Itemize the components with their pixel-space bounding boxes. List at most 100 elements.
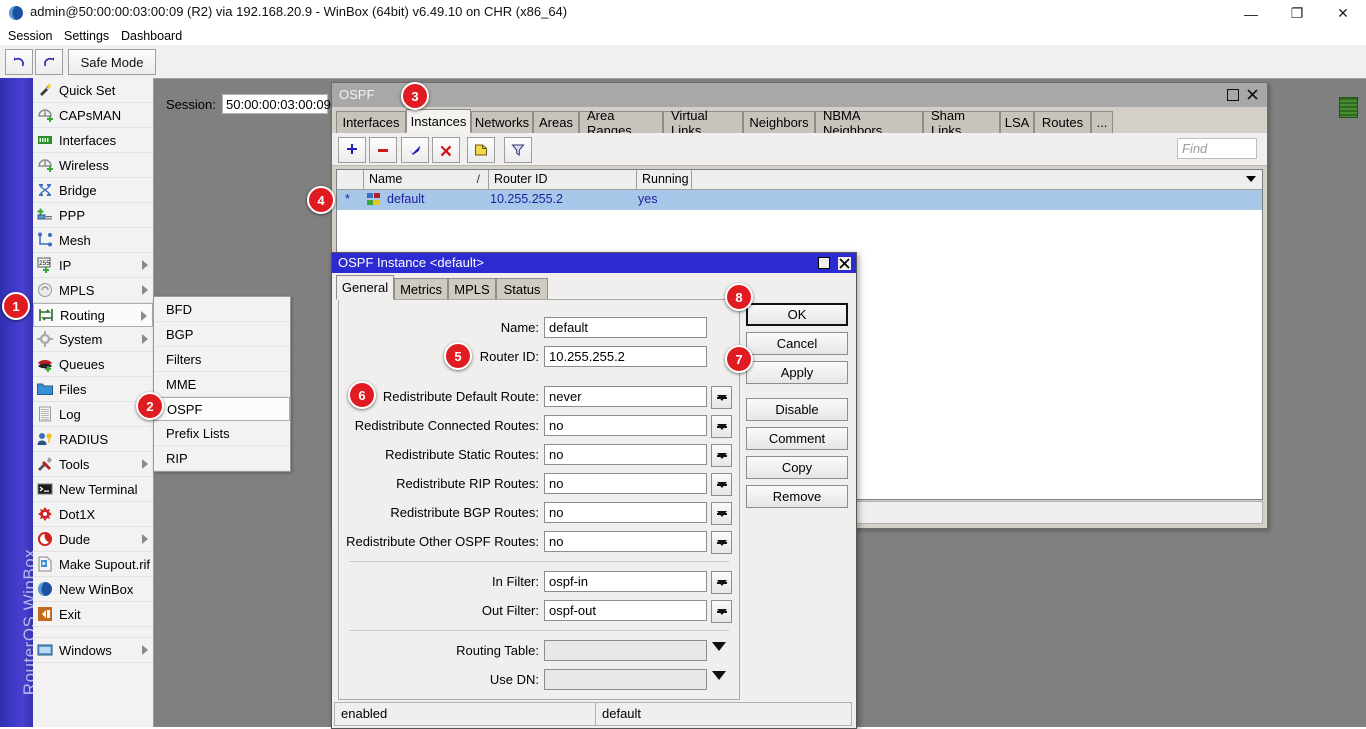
ok-button[interactable]: OK (746, 303, 848, 326)
combo-arrow-icon[interactable] (711, 444, 732, 467)
sidebar-item-make-supout-rif[interactable]: Make Supout.rif (33, 552, 153, 577)
dialog-close-button[interactable] (836, 255, 852, 271)
filter-icon[interactable] (504, 137, 532, 163)
sidebar-item-bridge[interactable]: Bridge (33, 178, 153, 203)
remove-button[interactable]: Remove (746, 485, 848, 508)
sidebar-item-files[interactable]: Files (33, 377, 153, 402)
sidebar-item-new-winbox[interactable]: New WinBox (33, 577, 153, 602)
combo-arrow-icon[interactable] (711, 531, 732, 554)
routing-submenu-item-prefix-lists[interactable]: Prefix Lists (154, 421, 290, 446)
sidebar-item-ppp[interactable]: PPP (33, 203, 153, 228)
ospf-tab-interfaces[interactable]: Interfaces (336, 111, 406, 133)
chevron-down-icon[interactable] (712, 642, 726, 651)
sidebar-item-system[interactable]: System (33, 327, 153, 352)
field-input-redistribute-bgp-routes[interactable]: no (544, 502, 707, 523)
ospf-tab-sham-links[interactable]: Sham Links (923, 108, 1000, 138)
field-input-redistribute-other-ospf-routes[interactable]: no (544, 531, 707, 552)
redo-button[interactable] (35, 49, 63, 75)
menu-session[interactable]: Session (4, 28, 56, 44)
maximize-button[interactable]: ❐ (1274, 0, 1320, 27)
disable-icon[interactable] (432, 137, 460, 163)
sidebar-item-new-terminal[interactable]: New Terminal (33, 477, 153, 502)
field-input-name[interactable]: default (544, 317, 707, 338)
sidebar-item-radius[interactable]: RADIUS (33, 427, 153, 452)
dialog-tab-general[interactable]: General (336, 275, 394, 300)
sidebar-item-capsman[interactable]: CAPsMAN (33, 103, 153, 128)
menu-settings[interactable]: Settings (60, 28, 113, 44)
table-row[interactable]: * default 10.255.255.2 yes (337, 190, 1262, 210)
disable-button[interactable]: Disable (746, 398, 848, 421)
routing-submenu-item-bfd[interactable]: BFD (154, 297, 290, 322)
combo-arrow-icon[interactable] (711, 415, 732, 438)
dialog-maximize-button[interactable] (816, 255, 832, 271)
sidebar-item-ip[interactable]: 255 IP (33, 253, 153, 278)
field-input-redistribute-default-route[interactable]: never (544, 386, 707, 407)
sidebar-item-mpls[interactable]: MPLS (33, 278, 153, 303)
routing-submenu-item-mme[interactable]: MME (154, 372, 290, 397)
comment-button[interactable]: Comment (746, 427, 848, 450)
column-header-name[interactable]: Name / (364, 170, 489, 189)
ospf-tab-routes[interactable]: Routes (1034, 111, 1091, 133)
sidebar-item-interfaces[interactable]: Interfaces (33, 128, 153, 153)
chevron-down-icon[interactable] (712, 671, 726, 680)
menu-dashboard[interactable]: Dashboard (117, 28, 186, 44)
combo-arrow-icon[interactable] (711, 571, 732, 594)
ospf-tab-area-ranges[interactable]: Area Ranges (579, 108, 663, 138)
dialog-tab-status[interactable]: Status (496, 278, 548, 300)
field-input-redistribute-rip-routes[interactable]: no (544, 473, 707, 494)
ospf-close-button[interactable] (1244, 86, 1261, 103)
ospf-tab--[interactable]: ... (1091, 111, 1113, 133)
field-input-routing-table[interactable] (544, 640, 707, 661)
field-input-in-filter[interactable]: ospf-in (544, 571, 707, 592)
sidebar-item-log[interactable]: Log (33, 402, 153, 427)
column-header-running[interactable]: Running (637, 170, 692, 189)
sidebar-item-dude[interactable]: Dude (33, 527, 153, 552)
sidebar-item-wireless[interactable]: Wireless (33, 153, 153, 178)
field-input-use-dn[interactable] (544, 669, 707, 690)
close-button[interactable]: ✕ (1320, 0, 1366, 27)
field-input-redistribute-static-routes[interactable]: no (544, 444, 707, 465)
ospf-tab-instances[interactable]: Instances (406, 109, 471, 133)
column-header-flags[interactable] (337, 170, 364, 189)
combo-arrow-icon[interactable] (711, 600, 732, 623)
enable-icon[interactable] (401, 137, 429, 163)
column-header-router-id[interactable]: Router ID (489, 170, 637, 189)
sidebar-item-dot1x[interactable]: Dot1X (33, 502, 153, 527)
combo-arrow-icon[interactable] (711, 386, 732, 409)
sidebar-item-routing[interactable]: Routing (33, 303, 153, 327)
find-input[interactable]: Find (1177, 138, 1257, 159)
ospf-tab-virtual-links[interactable]: Virtual Links (663, 108, 743, 138)
sidebar-item-quick-set[interactable]: Quick Set (33, 78, 153, 103)
sidebar-item-tools[interactable]: Tools (33, 452, 153, 477)
sidebar-item-queues[interactable]: Queues (33, 352, 153, 377)
combo-arrow-icon[interactable] (711, 502, 732, 525)
sidebar-item-mesh[interactable]: Mesh (33, 228, 153, 253)
combo-arrow-icon[interactable] (711, 473, 732, 496)
field-input-router-id[interactable]: 10.255.255.2 (544, 346, 707, 367)
comment-icon[interactable] (467, 137, 495, 163)
routing-submenu-item-ospf[interactable]: OSPF (154, 397, 290, 421)
dialog-tab-mpls[interactable]: MPLS (448, 278, 496, 300)
sidebar-item-windows[interactable]: Windows (33, 638, 153, 663)
remove-icon[interactable] (369, 137, 397, 163)
ospf-tab-nbma-neighbors[interactable]: NBMA Neighbors (815, 108, 923, 138)
dialog-tab-metrics[interactable]: Metrics (394, 278, 448, 300)
ospf-maximize-button[interactable] (1224, 86, 1241, 103)
ospf-tab-networks[interactable]: Networks (471, 111, 533, 133)
copy-button[interactable]: Copy (746, 456, 848, 479)
undo-button[interactable] (5, 49, 33, 75)
routing-submenu-item-bgp[interactable]: BGP (154, 322, 290, 347)
ospf-tab-areas[interactable]: Areas (533, 111, 579, 133)
field-input-out-filter[interactable]: ospf-out (544, 600, 707, 621)
routing-submenu-item-rip[interactable]: RIP (154, 446, 290, 471)
cancel-button[interactable]: Cancel (746, 332, 848, 355)
apply-button[interactable]: Apply (746, 361, 848, 384)
ospf-tab-neighbors[interactable]: Neighbors (743, 111, 815, 133)
minimize-button[interactable]: — (1228, 0, 1274, 27)
add-icon[interactable] (338, 137, 366, 163)
sidebar-item-exit[interactable]: Exit (33, 602, 153, 627)
field-input-redistribute-connected-routes[interactable]: no (544, 415, 707, 436)
ospf-tab-lsa[interactable]: LSA (1000, 111, 1034, 133)
safe-mode-button[interactable]: Safe Mode (68, 49, 156, 75)
session-value[interactable]: 50:00:00:03:00:09 (222, 94, 331, 114)
